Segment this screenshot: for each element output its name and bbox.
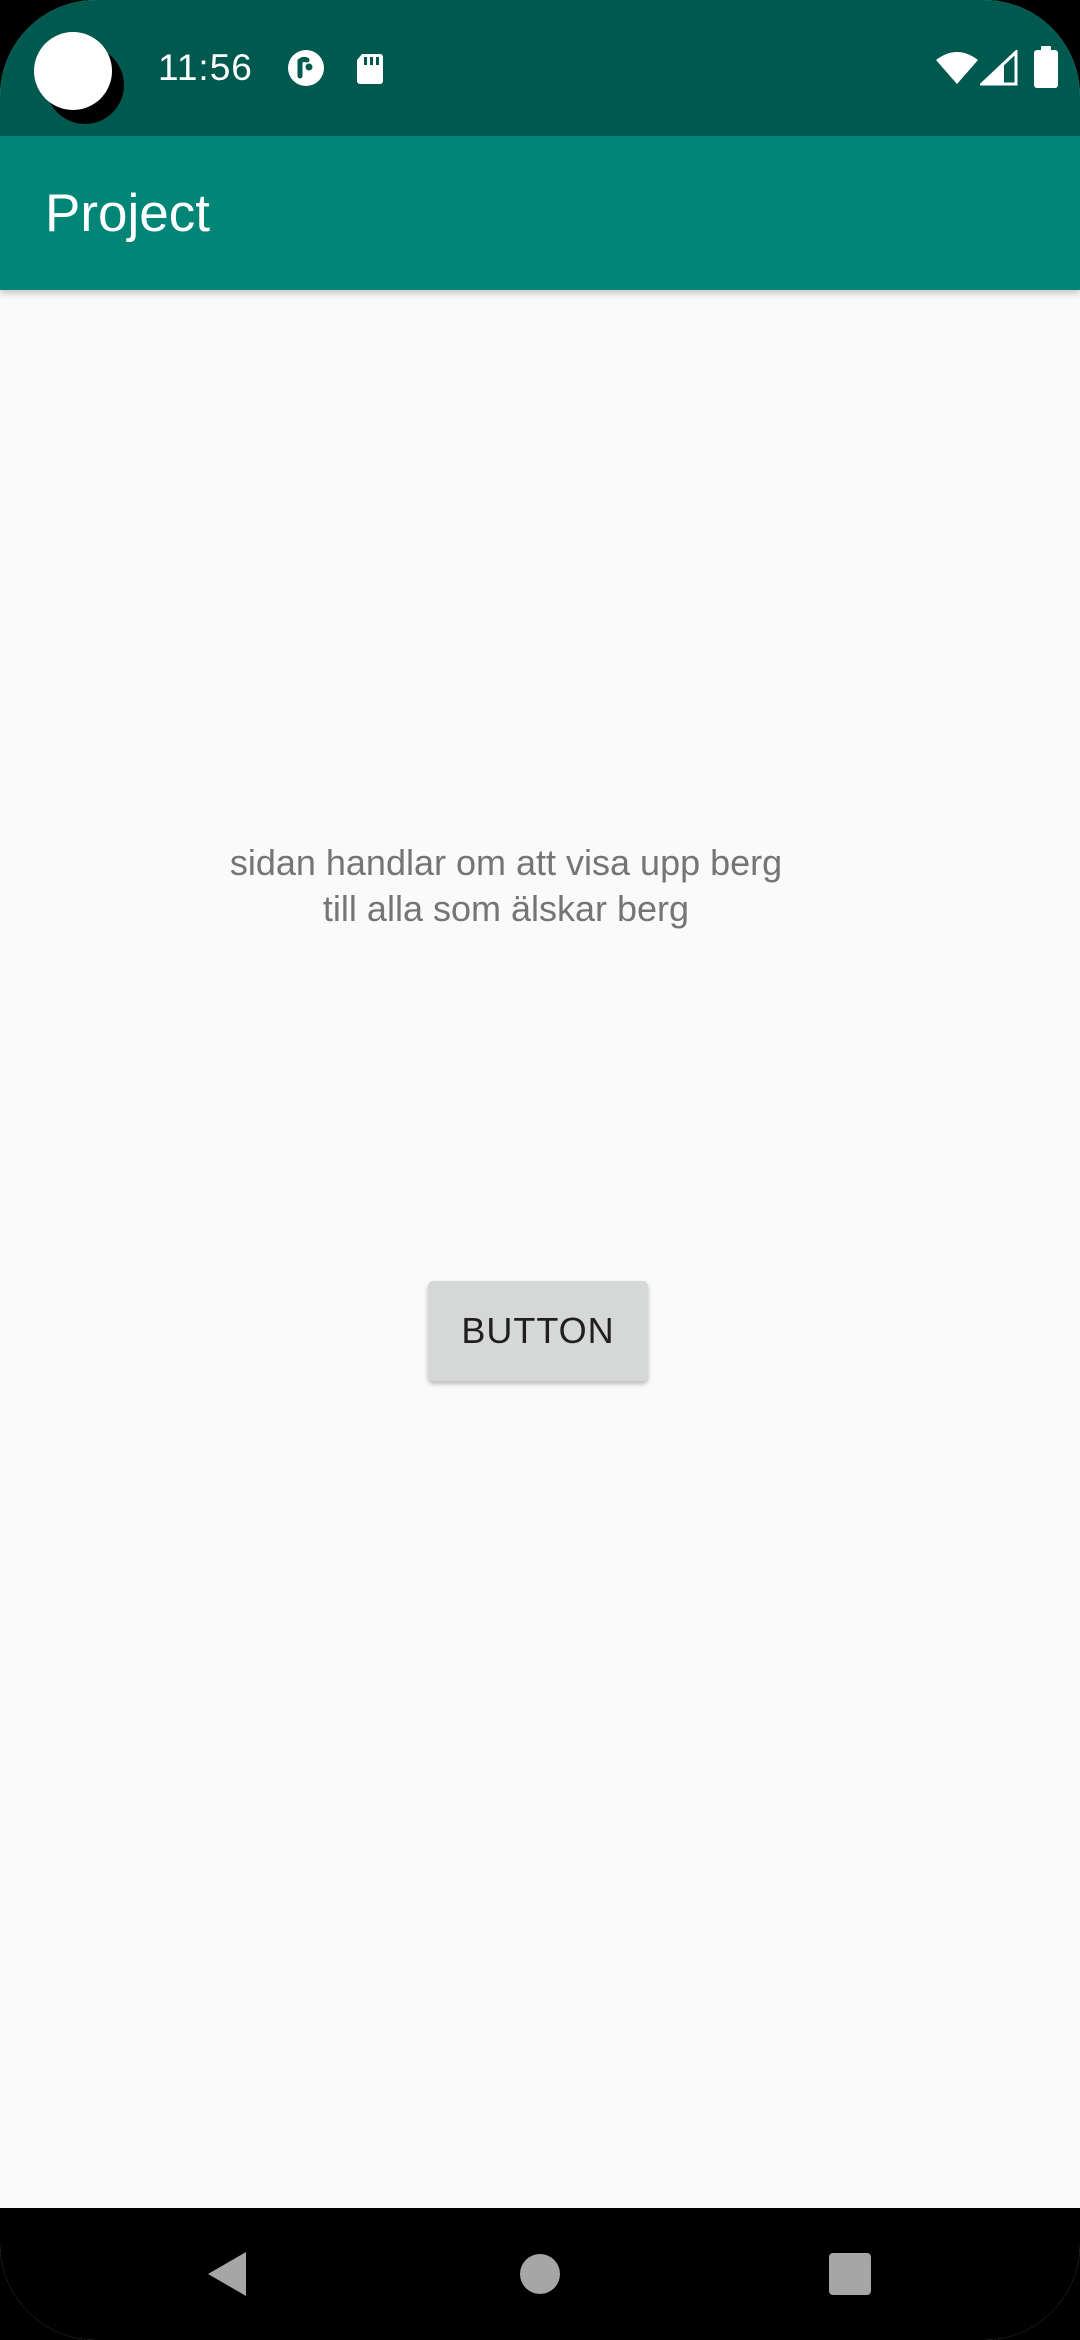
back-icon xyxy=(208,2252,246,2296)
home-button[interactable] xyxy=(460,2208,620,2340)
app-bar: Project xyxy=(0,136,1080,290)
back-button[interactable] xyxy=(146,2208,306,2340)
main-button[interactable]: BUTTON xyxy=(428,1281,648,1381)
recents-button[interactable] xyxy=(770,2208,930,2340)
status-bar: 11:56 xyxy=(0,0,1080,136)
camera-cutout xyxy=(34,32,112,110)
wifi-icon xyxy=(936,52,978,84)
home-icon xyxy=(520,2254,560,2294)
sd-card-icon xyxy=(357,54,383,84)
description-line-2: till alla som älskar berg xyxy=(322,888,690,929)
status-time: 11:56 xyxy=(158,47,253,88)
cell-signal-icon xyxy=(980,50,1018,86)
navigation-bar xyxy=(0,2208,1080,2340)
recents-icon xyxy=(829,2253,871,2295)
battery-icon xyxy=(1034,46,1058,88)
description-text: sidan handlar om att visa upp berg till … xyxy=(0,840,1012,932)
description-line-1: sidan handlar om att visa upp berg xyxy=(229,842,783,883)
phone-screen: 11:56 Project sidan handlar om att visa xyxy=(0,0,1080,2340)
app-title: Project xyxy=(45,184,210,243)
pocket-casts-icon xyxy=(288,50,324,86)
